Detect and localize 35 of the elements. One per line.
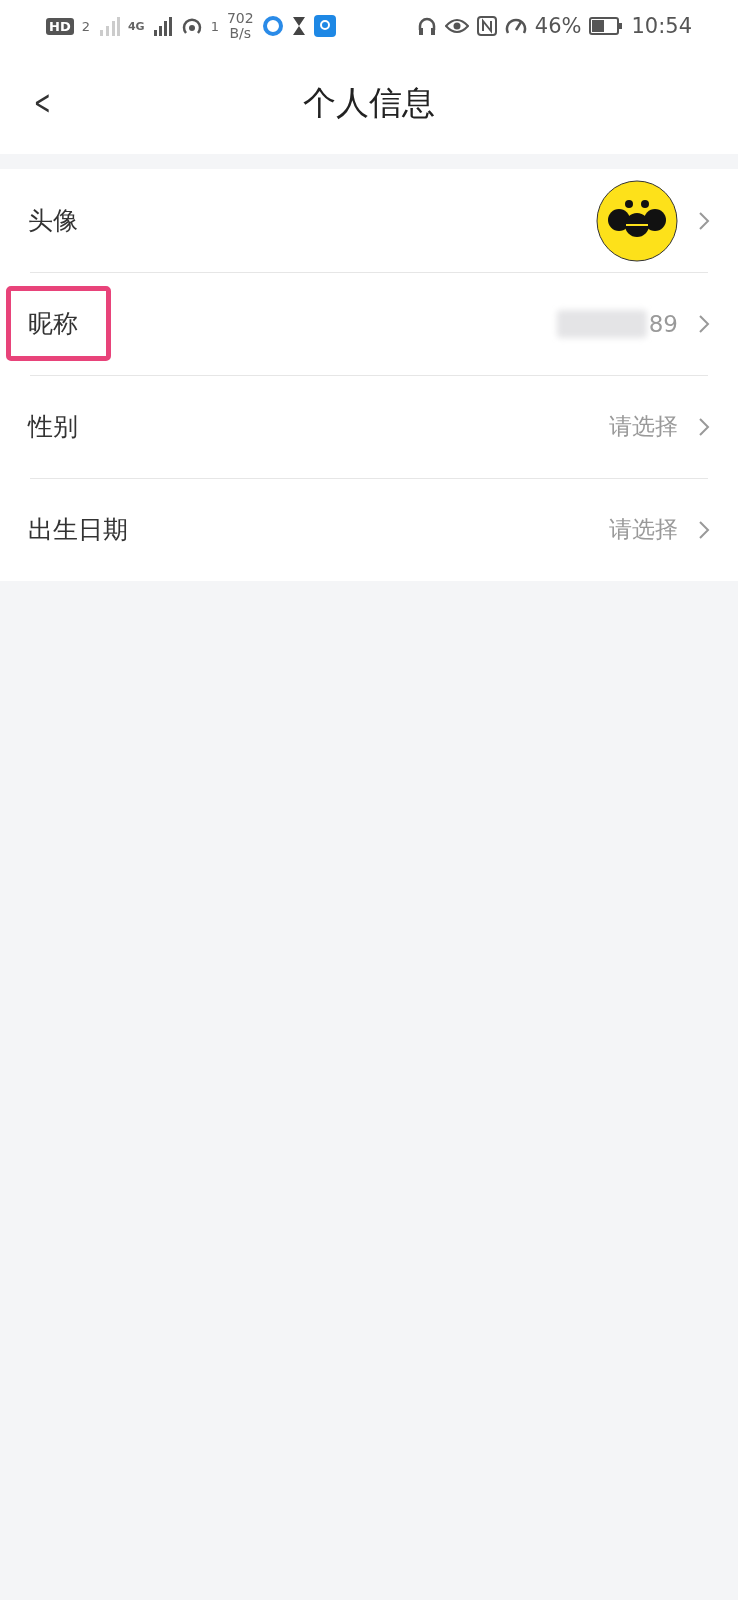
row-label: 性别	[28, 411, 78, 443]
speed-value: 702	[226, 11, 254, 26]
app-icon	[313, 15, 336, 37]
speed-unit: B/s	[229, 26, 252, 41]
avatar-icon	[596, 179, 678, 262]
battery-percent: 46%	[534, 14, 582, 38]
info-row[interactable]: 头像	[0, 169, 738, 272]
battery-icon	[589, 17, 624, 35]
info-row[interactable]: 出生日期 请选择	[0, 478, 738, 581]
row-value: 请选择	[609, 515, 678, 544]
eye-icon	[444, 18, 469, 34]
nfc-icon	[476, 16, 497, 36]
row-label: 昵称	[6, 286, 111, 361]
chevron-icon	[698, 313, 710, 334]
hotspot-count: 1	[210, 18, 219, 34]
info-row[interactable]: 昵称 89	[0, 272, 738, 375]
back-button[interactable]: <	[31, 82, 54, 122]
clock-time: 10:54	[631, 14, 692, 38]
signal-icon	[152, 16, 173, 36]
sim-number: 2	[81, 18, 90, 34]
info-row[interactable]: 性别 请选择	[0, 375, 738, 478]
network-type: 4G	[127, 19, 145, 33]
row-value: 89	[648, 310, 678, 337]
chevron-icon	[698, 416, 710, 437]
hourglass-icon	[291, 16, 306, 36]
row-label: 头像	[28, 205, 78, 237]
speedometer-icon	[504, 16, 527, 36]
headphones-icon	[416, 16, 437, 36]
hd-badge: HD	[46, 17, 74, 35]
row-value: 请选择	[609, 412, 678, 441]
signal-icon	[97, 16, 120, 36]
page-title: 个人信息	[303, 81, 435, 124]
chevron-icon	[698, 210, 710, 231]
chevron-icon	[698, 519, 710, 540]
row-label: 出生日期	[28, 514, 128, 546]
